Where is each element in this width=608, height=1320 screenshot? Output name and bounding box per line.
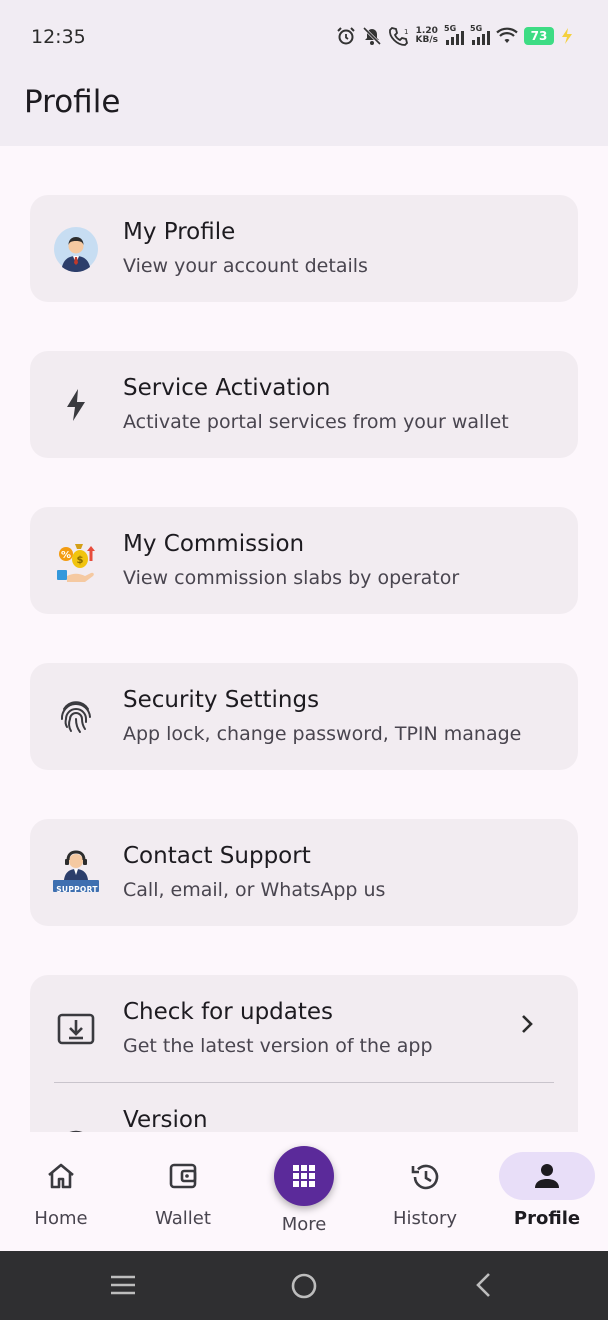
call-icon: 1 xyxy=(388,27,408,46)
nav-history[interactable]: History xyxy=(364,1132,486,1251)
mute-icon xyxy=(362,26,381,46)
support-badge-text: SUPPORT xyxy=(56,885,98,894)
app-info-card: Check for updates Get the latest version… xyxy=(30,975,578,1132)
menu-item-title: Security Settings xyxy=(123,687,320,713)
fingerprint-icon xyxy=(52,693,100,741)
menu-item-subtitle: View your account details xyxy=(123,255,368,277)
battery-indicator: 73 xyxy=(524,27,554,45)
commission-icon: % $ xyxy=(52,537,100,585)
signal-sim1: 5G xyxy=(444,24,464,46)
menu-item-subtitle: Activate portal services from your walle… xyxy=(123,411,509,433)
app-bar: Profile xyxy=(0,76,608,146)
svg-text:%: % xyxy=(61,550,71,561)
history-icon xyxy=(411,1164,439,1190)
wallet-icon xyxy=(169,1163,197,1189)
recents-icon[interactable] xyxy=(110,1272,136,1298)
system-navigation-bar xyxy=(0,1251,608,1320)
menu-item-title: Contact Support xyxy=(123,843,311,869)
support-agent-icon: SUPPORT xyxy=(52,849,100,897)
nav-profile[interactable]: Profile xyxy=(486,1132,608,1251)
signal-sim2: 5G xyxy=(470,24,490,46)
download-icon xyxy=(52,1005,100,1053)
wifi-icon xyxy=(496,27,518,43)
menu-item-my-commission[interactable]: % $ My Commission View commission slabs … xyxy=(30,507,578,614)
menu-item-subtitle: View commission slabs by operator xyxy=(123,567,460,589)
menu-item-subtitle: App lock, change password, TPIN manage xyxy=(123,723,522,745)
net-speed: 1.20 KB/s xyxy=(415,26,438,45)
user-avatar-icon xyxy=(52,225,100,273)
nav-label: Wallet xyxy=(155,1208,211,1229)
more-fab-button[interactable] xyxy=(274,1146,334,1206)
svg-text:$: $ xyxy=(77,555,84,566)
page-title: Profile xyxy=(24,84,121,120)
menu-item-title: Service Activation xyxy=(123,375,331,401)
profile-menu: My Profile View your account details Ser… xyxy=(0,146,608,1132)
person-icon xyxy=(535,1164,559,1188)
menu-item-version[interactable]: Version xyxy=(30,1083,578,1132)
chevron-right-icon xyxy=(522,1015,533,1033)
menu-item-title: Version xyxy=(123,1107,208,1132)
signal-bars-icon xyxy=(472,31,490,45)
menu-item-title: My Profile xyxy=(123,219,236,245)
menu-item-title: My Commission xyxy=(123,531,305,557)
status-time: 12:35 xyxy=(31,26,86,48)
nav-label: History xyxy=(392,1208,458,1229)
back-icon[interactable] xyxy=(474,1272,494,1298)
menu-item-subtitle: Get the latest version of the app xyxy=(123,1035,433,1057)
nav-label: Profile xyxy=(513,1208,581,1229)
home-circle-icon[interactable] xyxy=(290,1272,318,1300)
menu-item-service-activation[interactable]: Service Activation Activate portal servi… xyxy=(30,351,578,458)
nav-label: Home xyxy=(34,1208,88,1229)
home-icon xyxy=(48,1163,74,1189)
menu-item-subtitle: Call, email, or WhatsApp us xyxy=(123,879,386,901)
signal-bars-icon xyxy=(446,31,464,45)
lightning-bolt-icon xyxy=(52,381,100,429)
menu-item-contact-support[interactable]: SUPPORT Contact Support Call, email, or … xyxy=(30,819,578,926)
nav-wallet[interactable]: Wallet xyxy=(122,1132,244,1251)
menu-item-my-profile[interactable]: My Profile View your account details xyxy=(30,195,578,302)
status-icons: 1 1.20 KB/s 5G 5G 73 xyxy=(336,24,574,46)
menu-item-check-updates[interactable]: Check for updates Get the latest version… xyxy=(30,975,578,1083)
menu-item-title: Check for updates xyxy=(123,999,334,1025)
charging-icon xyxy=(562,28,572,44)
info-icon xyxy=(52,1123,100,1132)
alarm-icon xyxy=(336,27,355,45)
nav-more-label[interactable]: More xyxy=(244,1214,364,1235)
grid-icon xyxy=(293,1165,315,1187)
nav-home[interactable]: Home xyxy=(0,1132,122,1251)
svg-text:1: 1 xyxy=(404,28,408,36)
status-bar: 12:35 1 1.20 KB/s 5G 5G 73 xyxy=(0,0,608,76)
bottom-navigation: Home Wallet More History Profile xyxy=(0,1132,608,1251)
menu-item-security-settings[interactable]: Security Settings App lock, change passw… xyxy=(30,663,578,770)
